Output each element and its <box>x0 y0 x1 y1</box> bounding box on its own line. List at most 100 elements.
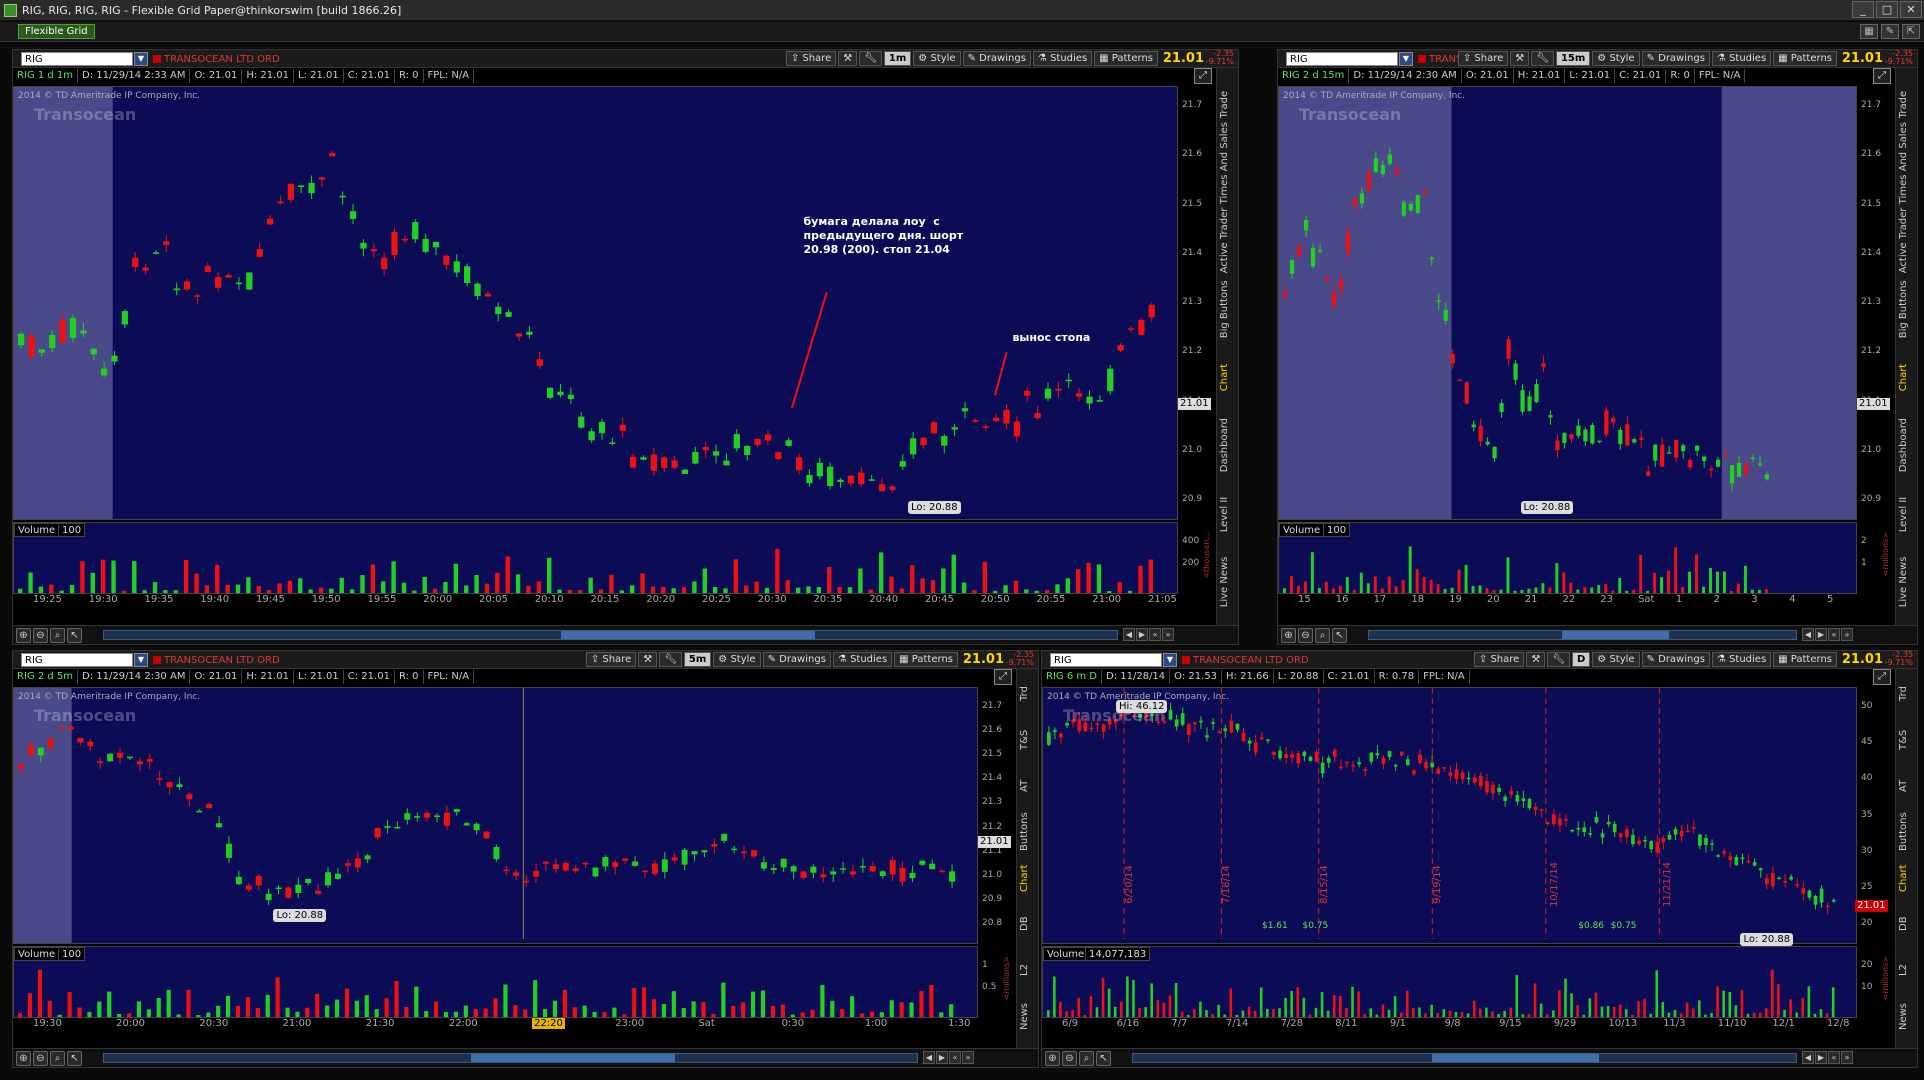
cursor-icon[interactable]: ↖ <box>1096 1051 1111 1066</box>
drawings-button[interactable]: ✎ Drawings <box>1641 652 1710 667</box>
symbol-dropdown-icon[interactable]: ▼ <box>134 52 148 66</box>
magnify-icon[interactable]: ⌕ <box>1079 1051 1094 1066</box>
setup-icon[interactable]: ✎ <box>1881 24 1899 39</box>
tab-level-ii[interactable]: Level II <box>1898 482 1914 546</box>
symbol-dropdown-icon[interactable]: ▼ <box>1399 52 1413 66</box>
expand-right-icon[interactable]: » <box>962 1051 974 1064</box>
magnify-icon[interactable]: ⌕ <box>50 628 65 643</box>
tab-chart[interactable]: Chart <box>1898 857 1914 899</box>
volume-chart[interactable]: Volume 100 <box>1278 522 1857 594</box>
tab-live-news[interactable]: Live News <box>1219 550 1235 614</box>
tab-buttons[interactable]: Buttons <box>1898 811 1914 853</box>
style-button[interactable]: ⚙ Style <box>1592 652 1640 667</box>
study-id[interactable]: RIG 6 m D <box>1042 670 1102 684</box>
tab-at[interactable]: AT <box>1898 765 1914 807</box>
tab-active-trader[interactable]: Active Trader <box>1898 207 1914 273</box>
minimize-button[interactable]: _ <box>1852 1 1874 18</box>
scroll-left-icon[interactable]: ◀ <box>1802 1051 1814 1064</box>
symbol-dropdown-icon[interactable]: ▼ <box>134 653 148 667</box>
zoom-in-icon[interactable]: ⊕ <box>1045 1051 1060 1066</box>
tools-icon[interactable]: ⚒ <box>1526 652 1546 667</box>
tab-news[interactable]: News <box>1898 995 1914 1037</box>
study-id[interactable]: RIG 1 d 1m <box>13 69 78 83</box>
magnify-icon[interactable]: ⌕ <box>1315 628 1330 643</box>
tab-dashboard[interactable]: Dashboard <box>1898 413 1914 477</box>
study-id[interactable]: RIG 2 d 15m <box>1278 69 1350 83</box>
detach-icon[interactable]: ⇱ <box>1902 24 1920 39</box>
timeframe-button[interactable]: 15m <box>1555 51 1591 66</box>
tab-chart[interactable]: Chart <box>1898 345 1914 409</box>
patterns-button[interactable]: ▦ Patterns <box>1094 51 1158 66</box>
dividend-label[interactable]: $0.75 <box>1611 921 1637 931</box>
scroll-thumb[interactable] <box>560 631 815 639</box>
scroll-thumb[interactable] <box>470 1054 675 1062</box>
tab-times-and-sales[interactable]: Times And Sales <box>1219 122 1235 204</box>
share-button[interactable]: ⇪ Share <box>785 51 837 66</box>
drawings-button[interactable]: ✎ Drawings <box>1641 51 1710 66</box>
tab-l2[interactable]: L2 <box>1019 949 1035 991</box>
zoom-in-icon[interactable]: ⊕ <box>16 628 31 643</box>
tab-at[interactable]: AT <box>1019 765 1035 807</box>
settings-icon[interactable]: 🔧︎ <box>1531 51 1554 66</box>
settings-icon[interactable]: 🔧︎ <box>659 652 682 667</box>
expand-left-icon[interactable]: « <box>949 1051 961 1064</box>
volume-chart[interactable]: Volume 100 <box>13 522 1178 594</box>
price-chart[interactable]: 2014 © TD Ameritrade IP Company, Inc. Tra… <box>1042 687 1857 946</box>
zoom-in-icon[interactable]: ⊕ <box>16 1051 31 1066</box>
grid-layout-icon[interactable]: ▦ <box>1860 24 1878 39</box>
tab-chart[interactable]: Chart <box>1219 345 1235 409</box>
scroll-right-icon[interactable]: ▶ <box>1136 628 1148 641</box>
expand-icon[interactable]: ⤢ <box>1194 68 1212 84</box>
tab-live-news[interactable]: Live News <box>1898 550 1914 614</box>
style-button[interactable]: ⚙ Style <box>713 652 761 667</box>
price-scale[interactable]: 21.721.621.521.421.321.221.121.020.921.0… <box>1857 86 1895 520</box>
magnify-icon[interactable]: ⌕ <box>50 1051 65 1066</box>
tools-icon[interactable]: ⚒ <box>638 652 658 667</box>
studies-button[interactable]: ⚗ Studies <box>1032 51 1093 66</box>
studies-button[interactable]: ⚗ Studies <box>1711 51 1772 66</box>
maximize-button[interactable]: □ <box>1876 1 1898 18</box>
volume-chart[interactable]: Volume 14,077,183 <box>1042 946 1857 1018</box>
cursor-icon[interactable]: ↖ <box>67 1051 82 1066</box>
timeframe-button[interactable]: D <box>1571 652 1591 667</box>
study-id[interactable]: RIG 2 d 5m <box>13 670 78 684</box>
zoom-out-icon[interactable]: ⊖ <box>1062 1051 1077 1066</box>
tab-db[interactable]: DB <box>1019 903 1035 945</box>
scroll-left-icon[interactable]: ◀ <box>1123 628 1135 641</box>
tab-t-s[interactable]: T&S <box>1898 719 1914 761</box>
share-button[interactable]: ⇪ Share <box>1457 51 1509 66</box>
price-scale[interactable]: 21.7 21.6 21.5 21.4 21.3 21.2 21.1 21.0 20.9 20.8… <box>978 687 1016 944</box>
expand-left-icon[interactable]: « <box>1149 628 1161 641</box>
patterns-button[interactable]: ▦ Patterns <box>1773 652 1837 667</box>
zoom-out-icon[interactable]: ⊖ <box>33 1051 48 1066</box>
timeframe-button[interactable]: 1m <box>883 51 912 66</box>
settings-icon[interactable]: 🔧︎ <box>859 51 882 66</box>
expand-left-icon[interactable]: « <box>1828 628 1840 641</box>
expand-right-icon[interactable]: » <box>1841 628 1853 641</box>
cursor-icon[interactable]: ↖ <box>67 628 82 643</box>
symbol-input[interactable]: RIG ▼ <box>21 52 148 66</box>
price-chart[interactable]: 2014 © TD Ameritrade IP Company, Inc. Tra… <box>13 687 978 944</box>
symbol-dropdown-icon[interactable]: ▼ <box>1163 653 1177 667</box>
tools-icon[interactable]: ⚒ <box>838 51 858 66</box>
dividend-label[interactable]: $0.75 <box>1303 921 1329 931</box>
tab-trd[interactable]: Trd <box>1019 673 1035 715</box>
cursor-icon[interactable]: ↖ <box>1332 628 1347 643</box>
scroll-left-icon[interactable]: ◀ <box>923 1051 935 1064</box>
tab-trd[interactable]: Trd <box>1898 673 1914 715</box>
share-button[interactable]: ⇪ Share <box>1473 652 1525 667</box>
tab-t-s[interactable]: T&S <box>1019 719 1035 761</box>
dividend-label[interactable]: $1.61 <box>1262 921 1288 931</box>
tab-times-and-sales[interactable]: Times And Sales <box>1898 122 1914 204</box>
expand-icon[interactable]: ⤢ <box>994 669 1012 685</box>
zoom-in-icon[interactable]: ⊕ <box>1281 628 1296 643</box>
expand-right-icon[interactable]: » <box>1841 1051 1853 1064</box>
tools-icon[interactable]: ⚒ <box>1510 51 1530 66</box>
price-chart[interactable]: 2014 © TD Ameritrade IP Company, Inc. Tra… <box>13 86 1178 520</box>
price-scale[interactable]: 50 45 40 35 30 25 20 21.01 <box>1855 687 1895 944</box>
zoom-out-icon[interactable]: ⊖ <box>1298 628 1313 643</box>
symbol-input[interactable]: RIG ▼ <box>21 653 148 667</box>
scroll-thumb[interactable] <box>1432 1054 1599 1062</box>
tab-news[interactable]: News <box>1019 995 1035 1037</box>
tab-chart[interactable]: Chart <box>1019 857 1035 899</box>
